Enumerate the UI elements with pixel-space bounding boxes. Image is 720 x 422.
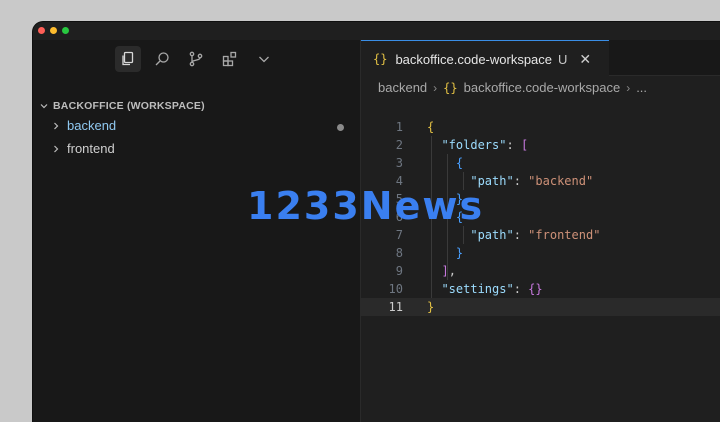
breadcrumb-folder[interactable]: backend [378,80,427,95]
chevron-right-icon: › [433,80,438,95]
json-file-icon: {} [443,80,458,95]
code-line: 8 } [361,244,720,262]
line-number: 1 [395,120,403,134]
editor-area: {} backoffice.code-workspace U ✕ backend… [361,40,720,422]
line-number: 11 [388,300,403,314]
line-number: 3 [395,156,403,170]
tab-title: backoffice.code-workspace [395,51,553,67]
path-value: "frontend" [528,228,601,242]
close-window-button[interactable] [38,27,45,34]
code-line: 1 { [361,118,720,136]
extensions-icon[interactable] [217,46,243,72]
code-line: 3 { [361,154,720,172]
chevron-right-icon [54,122,59,129]
code-line: 7 "path": "frontend" [361,226,720,244]
breadcrumb-file[interactable]: backoffice.code-workspace [464,80,621,95]
workspace-title: BACKOFFICE (WORKSPACE) [53,100,205,112]
modified-indicator [337,124,344,131]
line-number: 9 [395,264,403,278]
tree-item-backend[interactable]: backend [51,118,116,133]
search-icon[interactable] [149,46,175,72]
line-number: 2 [395,138,403,152]
workspace-header[interactable]: BACKOFFICE (WORKSPACE) [39,100,205,112]
chevron-right-icon [54,145,59,152]
tree-item-frontend[interactable]: frontend [51,141,115,156]
breadcrumb: backend › {} backoffice.code-workspace ›… [378,80,647,95]
chevron-down-icon [40,104,48,109]
json-file-icon: {} [373,52,388,66]
tab-bar: {} backoffice.code-workspace U ✕ [361,40,720,77]
explorer-icon[interactable] [115,46,141,72]
path-value: "backend" [528,174,594,188]
source-control-icon[interactable] [183,46,209,72]
code-line: 10 "settings": {} [361,280,720,298]
close-icon[interactable]: ✕ [579,51,591,68]
folders-key: "folders" [441,138,507,152]
code-line: 9 ], [361,262,720,280]
code-line-current: 11 } [361,298,720,316]
tree-item-label: backend [67,118,117,133]
line-number: 8 [395,246,403,260]
breadcrumb-more[interactable]: ... [636,80,647,95]
line-number: 10 [388,282,403,296]
code-line: 2 "folders": [ [361,136,720,154]
activity-bar [115,46,277,72]
settings-key: "settings" [441,282,514,296]
explorer-sidebar: BACKOFFICE (WORKSPACE) backend frontend [33,40,361,422]
path-key: "path" [470,228,514,242]
maximize-window-button[interactable] [62,27,69,34]
line-number: 7 [395,228,403,242]
untracked-badge: U [558,51,568,67]
minimize-window-button[interactable] [50,27,57,34]
tab-workspace-file[interactable]: {} backoffice.code-workspace U ✕ [361,40,609,77]
tree-item-label: frontend [67,141,115,156]
watermark-text: 1233News [247,184,485,228]
chevron-right-icon: › [626,80,631,95]
chevron-down-icon[interactable] [251,46,277,72]
title-bar [33,22,720,40]
